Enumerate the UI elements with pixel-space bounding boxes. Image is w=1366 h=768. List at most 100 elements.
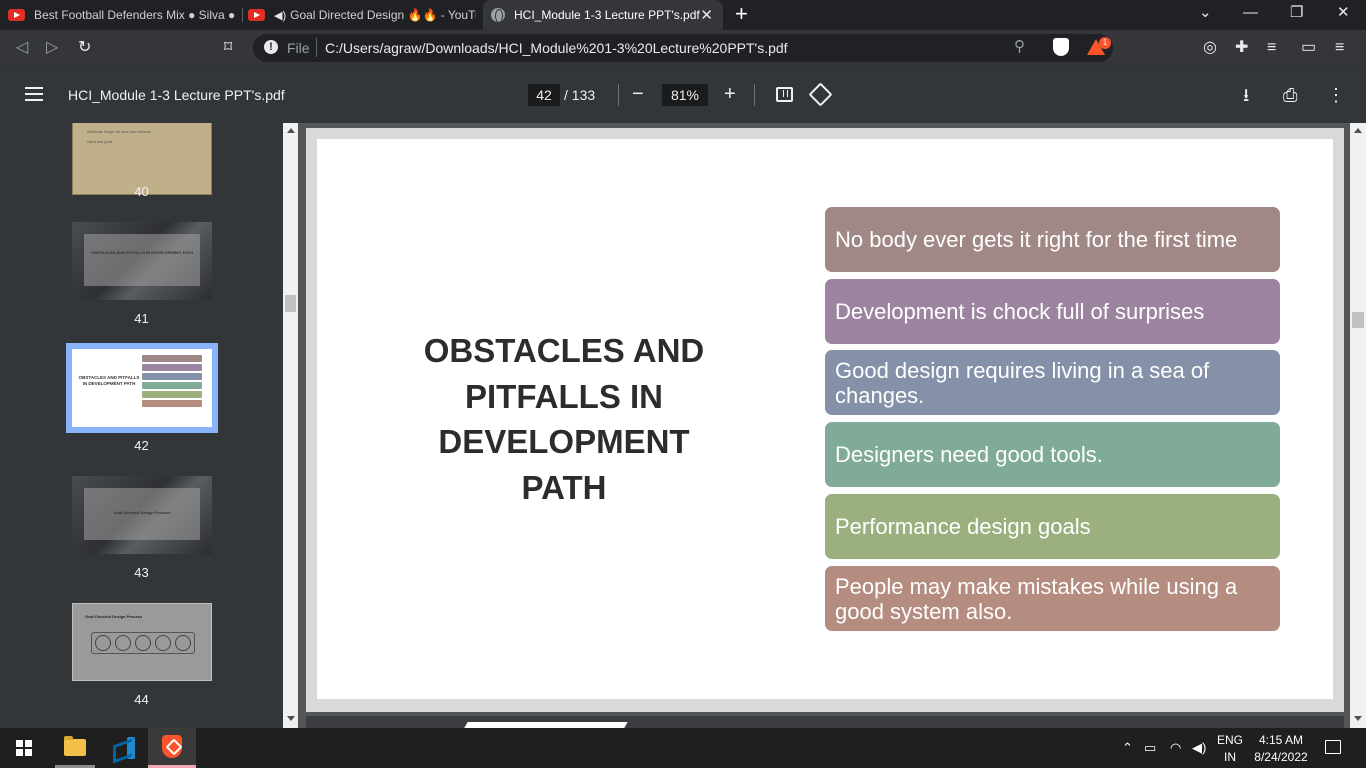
menu-icon[interactable]: ≡	[1335, 38, 1344, 58]
tab-separator	[242, 8, 243, 22]
url-scheme-label: File	[287, 40, 310, 56]
zoom-magnifier-icon[interactable]: ⚲	[1014, 38, 1025, 56]
thumbnail-page-number: 40	[134, 184, 149, 199]
next-page-preview	[306, 716, 1344, 728]
tab-title: HCI_Module 1-3 Lecture PPT's.pdf	[514, 8, 700, 22]
clock-date[interactable]: 8/24/2022	[1248, 748, 1314, 766]
thumbnail-page-41[interactable]: OBSTACLES AND PITFALLS IN DEVELOPMENT PA…	[72, 222, 212, 300]
url-divider	[316, 38, 317, 57]
language-indicator[interactable]: ENG	[1214, 731, 1246, 749]
thumbnail-mini-box	[142, 373, 202, 380]
tab-title: Best Football Defenders Mix ● Silva ●	[34, 8, 236, 22]
thumbnail-caption: OBSTACLES AND PITFALLS IN DEVELOPMENT PA…	[90, 250, 194, 255]
sidebar-menu-icon[interactable]	[25, 87, 43, 101]
youtube-icon	[248, 9, 265, 21]
obstacle-item: Development is chock full of surprises	[825, 279, 1280, 344]
document-scrollbar-thumb[interactable]	[1352, 312, 1364, 328]
thumbnail-page-number: 42	[134, 438, 149, 453]
thumbnail-mini-box	[142, 391, 202, 398]
more-options-icon[interactable]: ⋮	[1327, 84, 1345, 106]
thumbnail-mini-box	[142, 400, 202, 407]
thumbnail-text: Deliberate design will drive your behavi…	[87, 130, 151, 134]
scroll-up-arrow-icon[interactable]	[1354, 128, 1362, 133]
thumbnail-sidebar: Deliberate design will drive your behavi…	[0, 123, 283, 728]
thumbnail-text: Users and goals	[87, 140, 113, 144]
zoom-in-button[interactable]: +	[724, 82, 736, 106]
minimize-button[interactable]: —	[1243, 4, 1258, 22]
page-number-input[interactable]: 42	[528, 84, 560, 106]
thumbnail-page-44[interactable]: Goal Directed Design Process	[72, 603, 212, 681]
thumbnail-page-42[interactable]: OBSTACLES AND PITFALLS IN DEVELOPMENT PA…	[72, 349, 212, 427]
slide-title: OBSTACLES AND PITFALLS IN DEVELOPMENT PA…	[423, 332, 705, 506]
obstacle-item: Designers need good tools.	[825, 422, 1280, 487]
tab-goal-directed-design[interactable]: ◀) Goal Directed Design 🔥🔥 - YouTube	[248, 0, 476, 30]
tab-football-video[interactable]: Best Football Defenders Mix ● Silva ●	[8, 0, 240, 30]
tab-search-dropdown-icon[interactable]: ⌄	[1199, 4, 1212, 22]
tab-title: Goal Directed Design 🔥🔥 - YouTube	[290, 8, 476, 22]
wifi-icon[interactable]: ◠	[1170, 740, 1181, 756]
thumbnail-mini-box	[142, 355, 202, 362]
file-explorer-icon[interactable]	[64, 736, 86, 756]
scroll-down-arrow-icon[interactable]	[287, 716, 295, 721]
thumbnail-caption: Goal Directed Design Process	[85, 614, 143, 619]
obstacle-item: Performance design goals	[825, 494, 1280, 559]
browser-tab-strip: Best Football Defenders Mix ● Silva ● ◀)…	[0, 0, 1366, 30]
brave-browser-icon	[162, 735, 182, 758]
sidebar-scrollbar-thumb[interactable]	[285, 295, 296, 312]
close-window-button[interactable]: ✕	[1337, 4, 1350, 22]
reload-icon[interactable]: ↻	[78, 38, 91, 58]
thumbnail-flow-node	[135, 635, 151, 651]
rewards-badge: 1	[1099, 37, 1111, 49]
windows-taskbar	[0, 728, 1366, 768]
thumbnail-flow-node	[175, 635, 191, 651]
fit-to-page-icon[interactable]	[776, 87, 793, 102]
thumbnail-flow-node	[95, 635, 111, 651]
vscode-icon[interactable]	[113, 737, 135, 759]
restore-button[interactable]: ❐	[1290, 4, 1303, 22]
zoom-level-input[interactable]: 81%	[662, 84, 708, 106]
zoom-out-button[interactable]: −	[632, 82, 644, 106]
close-tab-icon[interactable]: ✕	[700, 6, 713, 24]
toolbar-divider	[754, 84, 755, 106]
document-title: HCI_Module 1-3 Lecture PPT's.pdf	[68, 87, 285, 103]
battery-icon[interactable]: ▭	[1144, 740, 1156, 756]
wallet-icon[interactable]: ▭	[1301, 38, 1316, 58]
obstacle-item: No body ever gets it right for the first…	[825, 207, 1280, 272]
sidebar-scrollbar[interactable]	[283, 123, 298, 728]
notification-center-icon[interactable]	[1325, 740, 1341, 754]
brave-shields-icon[interactable]	[1053, 38, 1069, 56]
print-icon[interactable]: ⎙	[1283, 84, 1297, 106]
youtube-icon	[8, 9, 25, 21]
extensions-icon[interactable]: ✚	[1235, 38, 1248, 58]
thumbnail-page-number: 43	[134, 565, 149, 580]
show-hidden-icons-icon[interactable]: ⌃	[1122, 740, 1133, 756]
obstacle-item: People may make mistakes while using a g…	[825, 566, 1280, 631]
windows-start-icon[interactable]	[16, 740, 32, 756]
url-text[interactable]: C:/Users/agraw/Downloads/HCI_Module%201-…	[325, 40, 788, 56]
clock-time[interactable]: 4:15 AM	[1248, 731, 1314, 749]
thumbnail-flow-node	[155, 635, 171, 651]
download-icon[interactable]: ⭳	[1243, 84, 1249, 106]
new-tab-button[interactable]: +	[735, 3, 748, 25]
thumbnail-caption: OBSTACLES AND PITFALLS IN DEVELOPMENT PA…	[78, 375, 140, 386]
scroll-up-arrow-icon[interactable]	[287, 128, 295, 133]
tab-hci-pdf[interactable]: HCI_Module 1-3 Lecture PPT's.pdf ✕	[483, 0, 723, 30]
back-icon[interactable]: ◁	[16, 38, 28, 58]
thumbnail-caption: Goal Directed Design Process	[113, 510, 171, 515]
speaker-icon[interactable]: ◀)	[274, 9, 286, 22]
media-icon[interactable]: ◎	[1203, 38, 1217, 58]
thumbnail-mini-box	[142, 382, 202, 389]
scroll-down-arrow-icon[interactable]	[1354, 716, 1362, 721]
region-indicator[interactable]: IN	[1214, 748, 1246, 766]
page-total: / 133	[564, 87, 596, 103]
document-scrollbar[interactable]	[1350, 123, 1366, 728]
bookmark-icon[interactable]: ⌑	[224, 38, 232, 58]
toolbar-divider	[618, 84, 619, 106]
playlist-icon[interactable]: ≡	[1267, 38, 1276, 58]
thumbnail-page-43[interactable]: Goal Directed Design Process	[72, 476, 212, 554]
forward-icon[interactable]: ▷	[46, 38, 58, 58]
thumbnail-flow-node	[115, 635, 131, 651]
volume-icon[interactable]: ◀)	[1192, 740, 1206, 756]
thumbnail-mini-box	[142, 364, 202, 371]
info-icon[interactable]: !	[264, 40, 278, 54]
